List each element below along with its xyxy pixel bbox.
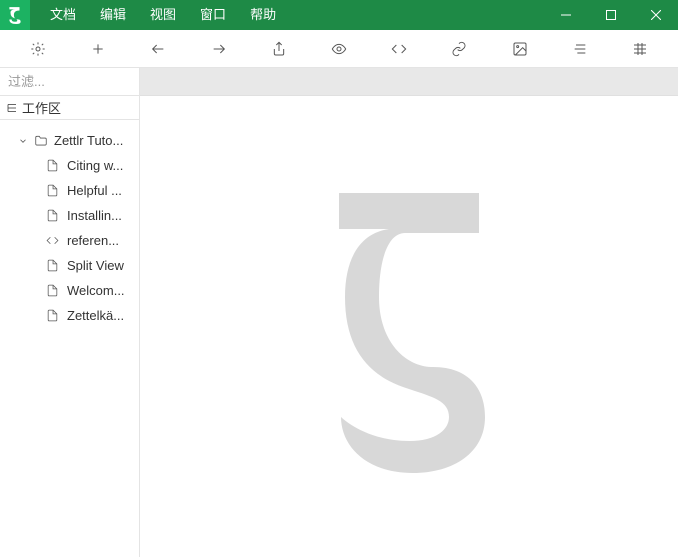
file-icon <box>46 184 59 197</box>
file-tree: Zettlr Tuto... Citing w... Helpful ... Ins… <box>0 120 139 336</box>
close-button[interactable] <box>633 0 678 30</box>
image-icon <box>512 41 528 57</box>
menu-bar: 文档 编辑 视图 窗口 帮助 <box>30 0 543 30</box>
list-icon <box>572 41 588 57</box>
eye-icon <box>331 41 347 57</box>
tree-file-label: Citing w... <box>67 158 123 173</box>
menu-edit[interactable]: 编辑 <box>88 0 138 30</box>
settings-button[interactable] <box>8 30 68 68</box>
app-logo <box>0 0 30 30</box>
tab-strip[interactable] <box>140 68 678 96</box>
arrow-left-icon <box>150 41 166 57</box>
titlebar: 文档 编辑 视图 窗口 帮助 <box>0 0 678 30</box>
tree-file-label: Installin... <box>67 208 122 223</box>
workspace-header[interactable]: 工作区 <box>0 96 139 120</box>
link-icon <box>451 41 467 57</box>
zettlr-watermark-icon <box>309 177 509 477</box>
file-icon <box>46 259 59 272</box>
new-button[interactable] <box>68 30 128 68</box>
tree-folder[interactable]: Zettlr Tuto... <box>0 128 139 153</box>
tree-file-label: Helpful ... <box>67 183 122 198</box>
tree-file[interactable]: Split View <box>0 253 139 278</box>
menu-file[interactable]: 文档 <box>38 0 88 30</box>
tree-file[interactable]: Helpful ... <box>0 178 139 203</box>
filter-input[interactable] <box>8 74 131 89</box>
tree-file[interactable]: Zettelkä... <box>0 303 139 328</box>
maximize-button[interactable] <box>588 0 633 30</box>
tree-file[interactable]: referen... <box>0 228 139 253</box>
tree-file-label: Zettelkä... <box>67 308 124 323</box>
minimize-button[interactable] <box>543 0 588 30</box>
window-controls <box>543 0 678 30</box>
menu-window[interactable]: 窗口 <box>188 0 238 30</box>
gear-icon <box>30 41 46 57</box>
filter-box <box>0 68 139 96</box>
menu-view[interactable]: 视图 <box>138 0 188 30</box>
share-icon <box>271 41 287 57</box>
tree-icon <box>6 102 18 114</box>
tree-file-label: Welcom... <box>67 283 125 298</box>
back-button[interactable] <box>128 30 188 68</box>
tree-file[interactable]: Welcom... <box>0 278 139 303</box>
tree-file[interactable]: Citing w... <box>0 153 139 178</box>
plus-icon <box>90 41 106 57</box>
file-icon <box>46 309 59 322</box>
arrow-right-icon <box>211 41 227 57</box>
tree-file-label: referen... <box>67 233 119 248</box>
chevron-down-icon <box>18 136 28 146</box>
sidebar: 工作区 Zettlr Tuto... Citing w... Helpful ..… <box>0 68 140 557</box>
table-button[interactable] <box>610 30 670 68</box>
folder-icon <box>34 134 48 148</box>
table-icon <box>632 41 648 57</box>
main-area <box>140 68 678 557</box>
code-icon <box>391 41 407 57</box>
menu-help[interactable]: 帮助 <box>238 0 288 30</box>
code-button[interactable] <box>369 30 429 68</box>
link-button[interactable] <box>429 30 489 68</box>
workspace-label: 工作区 <box>22 98 61 117</box>
forward-button[interactable] <box>189 30 249 68</box>
list-button[interactable] <box>550 30 610 68</box>
file-icon <box>46 209 59 222</box>
export-button[interactable] <box>249 30 309 68</box>
file-icon <box>46 159 59 172</box>
toolbar <box>0 30 678 68</box>
preview-button[interactable] <box>309 30 369 68</box>
image-button[interactable] <box>490 30 550 68</box>
code-icon <box>46 234 59 247</box>
editor-empty-state <box>140 96 678 557</box>
tree-file-label: Split View <box>67 258 124 273</box>
file-icon <box>46 284 59 297</box>
tree-file[interactable]: Installin... <box>0 203 139 228</box>
tree-folder-label: Zettlr Tuto... <box>54 133 123 148</box>
